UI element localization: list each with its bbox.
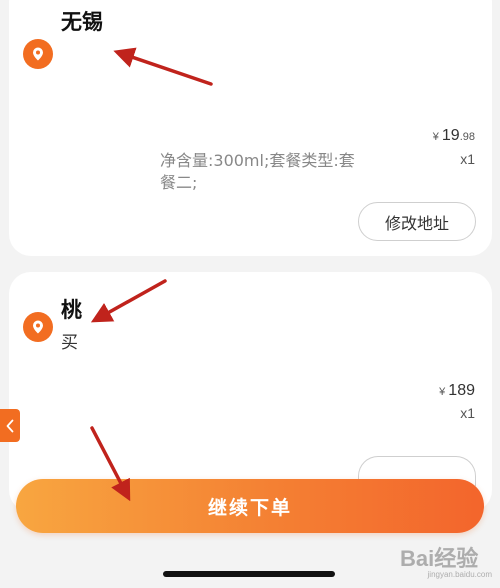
order-card-1: 无锡 ¥19.98 x1 净含量:300ml;套餐类型:套餐二; 修改地址 (9, 0, 492, 256)
price-integer: 189 (448, 382, 475, 399)
price-integer: 19 (441, 127, 460, 144)
baidu-jingyan-watermark: Bai经验 jingyan.baidu.com (400, 537, 492, 581)
currency-symbol: ¥ (432, 131, 439, 143)
watermark-brand: Bai经验 (400, 546, 479, 571)
continue-order-button[interactable]: 继续下单 (16, 479, 484, 533)
item-spec: 净含量:300ml;套餐类型:套餐二; (160, 151, 355, 192)
item-quantity: x1 (460, 405, 475, 421)
location-pin-icon (23, 39, 53, 69)
watermark-url: jingyan.baidu.com (427, 570, 492, 579)
side-collapse-tab[interactable] (0, 409, 20, 442)
item-quantity: x1 (460, 151, 475, 167)
order-card-2: 桃 买 ¥189 x1 (9, 272, 492, 512)
item-price: ¥19.98 (433, 127, 475, 145)
item-price: ¥189 (439, 382, 475, 400)
currency-symbol: ¥ (439, 386, 446, 398)
recipient-name: 无锡 (61, 10, 103, 34)
chevron-left-icon (6, 419, 14, 432)
price-decimal: .98 (459, 131, 475, 143)
home-indicator (163, 571, 335, 577)
recipient-subtitle: 买 (61, 333, 78, 353)
edit-address-button[interactable]: 修改地址 (358, 202, 476, 241)
recipient-name: 桃 (61, 298, 82, 322)
location-pin-icon (23, 312, 53, 342)
